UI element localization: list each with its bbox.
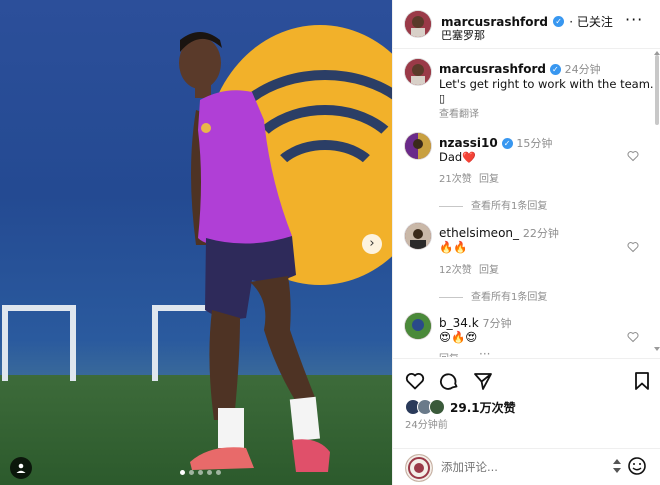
post-actions-bar: 29.1万次赞 24分钟前	[393, 358, 660, 449]
comment-time[interactable]: 7分钟	[482, 317, 511, 330]
caption-avatar[interactable]	[405, 59, 431, 85]
more-options-icon[interactable]: ···	[625, 10, 643, 29]
carousel-dot	[198, 470, 203, 475]
view-replies-link[interactable]: 查看所有1条回复	[439, 197, 547, 212]
caption-username[interactable]: marcusrashford	[439, 62, 546, 76]
comment-username[interactable]: nzassi10	[439, 136, 498, 150]
caption-time[interactable]: 24分钟	[565, 63, 601, 76]
carousel-dot	[180, 470, 185, 475]
commenter-avatar[interactable]	[405, 223, 431, 249]
comment-like-heart-icon[interactable]	[627, 331, 639, 343]
comment-emoji: 😍🔥😍	[439, 330, 478, 344]
comments-scrollbar[interactable]	[655, 55, 659, 125]
comment-time[interactable]: 22分钟	[523, 227, 559, 240]
comment-icon[interactable]	[439, 371, 459, 391]
send-icon[interactable]	[473, 371, 493, 391]
user-tag-icon	[16, 463, 26, 473]
post-timestamp[interactable]: 24分钟前	[405, 416, 448, 431]
view-replies-link[interactable]: 查看所有1条回复	[439, 288, 547, 303]
follow-status[interactable]: · 已关注	[569, 15, 613, 29]
comment-like-count[interactable]: 21次赞	[439, 170, 472, 185]
smiley-icon[interactable]	[627, 456, 647, 476]
comment-reply-button[interactable]: 回复	[479, 170, 499, 185]
comment-more-dots[interactable]: ···	[479, 347, 490, 357]
bookmark-icon[interactable]	[633, 371, 651, 391]
comment-reply-button[interactable]: 回复	[479, 261, 499, 276]
comment-composer	[393, 448, 660, 485]
post-location[interactable]: 巴塞罗那	[441, 27, 485, 43]
comment-emoji: 🔥🔥	[439, 240, 468, 254]
carousel-dot	[207, 470, 212, 475]
commenter-avatar[interactable]	[405, 313, 431, 339]
comment-time[interactable]: 15分钟	[516, 137, 552, 150]
liker-avatars[interactable]	[405, 399, 445, 415]
author-avatar[interactable]	[405, 11, 431, 37]
player-figure	[179, 32, 330, 472]
comment-like-count[interactable]: 12次赞	[439, 261, 472, 276]
comment-input[interactable]	[439, 457, 603, 477]
liker-avatar	[429, 399, 445, 415]
comment-reply-button[interactable]: 回复	[439, 350, 459, 357]
comment-username[interactable]: ethelsimeon_	[439, 226, 519, 240]
comment-text: Dad	[439, 150, 463, 164]
post-photo[interactable]: ›	[0, 0, 392, 485]
carousel-dot	[216, 470, 221, 475]
instagram-post-modal: › marcusrashford ✓ · 已关注 巴塞罗那 ··· marcus…	[0, 0, 660, 485]
caption-extra-glyph: ▯	[439, 92, 446, 105]
verified-badge-icon: ✓	[549, 64, 561, 75]
tagged-users-button[interactable]	[10, 457, 32, 479]
post-header: marcusrashford ✓ · 已关注 巴塞罗那 ···	[393, 0, 660, 49]
likes-count[interactable]: 29.1万次赞	[450, 399, 516, 416]
comment-like-heart-icon[interactable]	[627, 150, 639, 162]
comment-username[interactable]: b_34.k	[439, 316, 479, 330]
post-side-panel: marcusrashford ✓ · 已关注 巴塞罗那 ··· marcusra…	[392, 0, 660, 485]
comment-emoji: ❤️	[462, 151, 476, 164]
see-translation-link[interactable]: 查看翻译	[439, 105, 479, 120]
heart-outline-icon[interactable]	[405, 371, 425, 391]
verified-badge-icon: ✓	[553, 16, 565, 27]
input-stepper-icon[interactable]	[613, 459, 621, 473]
next-photo-button[interactable]: ›	[362, 234, 382, 254]
verified-badge-icon: ✓	[501, 138, 513, 149]
caption-text: Let's get right to work with the team.	[439, 77, 654, 91]
commenter-avatar[interactable]	[405, 133, 431, 159]
comment-like-heart-icon[interactable]	[627, 241, 639, 253]
scroll-down-arrow-icon[interactable]	[654, 347, 660, 351]
carousel-dots	[180, 470, 221, 475]
comments-list: marcusrashford ✓ 24分钟 Let's get right to…	[393, 49, 660, 357]
viewer-avatar	[405, 454, 433, 482]
carousel-dot	[189, 470, 194, 475]
